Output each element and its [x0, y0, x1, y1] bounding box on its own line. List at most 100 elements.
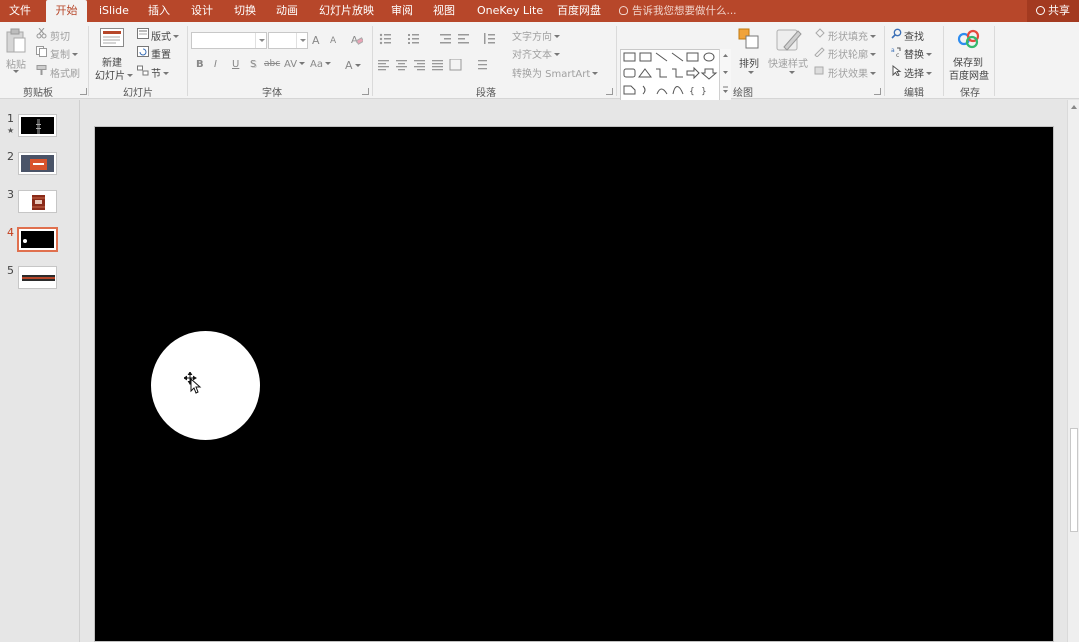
thumbnail-canvas [21, 117, 54, 134]
slide-thumbnail-5[interactable] [18, 266, 57, 289]
layout-label: 版式 [151, 32, 171, 43]
tell-me-search[interactable]: 告诉我您想要做什么... [619, 0, 737, 22]
shape-fill-button[interactable]: 形状填充 [828, 28, 876, 43]
strikethrough-button[interactable]: abc [264, 59, 280, 69]
circle-shape[interactable] [151, 331, 260, 440]
share-button[interactable]: 共享 [1027, 0, 1079, 22]
copy-button[interactable]: 复制 [50, 46, 78, 61]
slide-thumbnail-2[interactable] [18, 152, 57, 175]
layout-icon [137, 28, 149, 39]
shape-fill-label: 形状填充 [828, 32, 868, 43]
thumbnail-canvas [21, 155, 54, 172]
tab-baidu-netdisk[interactable]: 百度网盘 [557, 0, 601, 22]
format-painter-button[interactable]: 格式刷 [50, 65, 80, 80]
lightbulb-icon [619, 6, 628, 15]
slide-thumbnail-1[interactable] [18, 114, 57, 137]
underline-button[interactable]: U [232, 59, 239, 70]
paste-dropdown-icon[interactable] [13, 70, 19, 73]
thumbnail-number: 5 [7, 264, 14, 277]
paragraph-row1-icons [379, 33, 495, 45]
char-spacing-label: AV [284, 59, 298, 70]
font-color-button[interactable]: A [345, 59, 361, 72]
select-cursor-icon [892, 65, 902, 76]
paste-button[interactable]: 粘贴 [6, 56, 26, 71]
change-case-label: Aa [310, 59, 323, 70]
paragraph-align-icons [378, 59, 487, 71]
font-size-combo[interactable] [268, 32, 308, 49]
font-launcher-icon[interactable] [362, 88, 369, 95]
font-size-dropdown-icon[interactable] [296, 33, 307, 48]
change-case-button[interactable]: Aa [310, 59, 331, 70]
text-direction-button[interactable]: 文字方向 [512, 28, 560, 43]
scroll-up-arrow-icon[interactable] [1071, 105, 1077, 109]
select-label: 选择 [904, 69, 924, 80]
find-button[interactable]: 查找 [904, 28, 924, 43]
font-group-label: 字体 [262, 88, 282, 99]
scissors-icon [36, 28, 47, 39]
clear-format-icon: A [351, 35, 365, 46]
tab-transitions[interactable]: 切换 [234, 0, 256, 22]
ribbon-separator [372, 26, 373, 96]
thumbnail-content-icon [32, 195, 45, 210]
shapes-gallery-icons: {} [623, 52, 718, 97]
tab-islide[interactable]: iSlide [99, 0, 129, 22]
clipboard-launcher-icon[interactable] [80, 88, 87, 95]
font-name-combo[interactable] [191, 32, 267, 49]
bold-button[interactable]: B [196, 59, 204, 70]
slide-thumbnail-3[interactable] [18, 190, 57, 213]
tab-slideshow[interactable]: 幻灯片放映 [319, 0, 374, 22]
shrink-font-button[interactable]: A [330, 36, 336, 46]
tab-view[interactable]: 视图 [433, 0, 455, 22]
text-shadow-button[interactable]: S [250, 59, 256, 70]
paragraph-group-label: 段落 [476, 88, 496, 99]
arrange-dropdown-icon[interactable] [748, 71, 754, 74]
svg-text:}: } [701, 87, 707, 97]
shape-effects-icon [814, 66, 824, 75]
person-icon [1036, 6, 1045, 15]
slide-thumbnail-4[interactable] [17, 227, 58, 252]
paragraph-launcher-icon[interactable] [606, 88, 613, 95]
font-name-dropdown-icon[interactable] [255, 33, 266, 48]
char-spacing-button[interactable]: AV [284, 59, 306, 70]
grow-font-button[interactable]: A [312, 34, 320, 47]
reset-button[interactable]: 重置 [151, 46, 171, 61]
find-icon [891, 28, 902, 39]
quick-styles-icon [776, 29, 802, 51]
scrollbar-thumb[interactable] [1070, 428, 1078, 532]
align-text-button[interactable]: 对齐文本 [512, 46, 560, 61]
shape-effects-label: 形状效果 [828, 69, 868, 80]
drawing-group-label: 绘图 [733, 88, 753, 99]
replace-button[interactable]: 替换 [904, 46, 932, 61]
tab-file[interactable]: 文件 [9, 0, 31, 22]
shapes-gallery[interactable]: {} [620, 49, 730, 101]
tab-insert[interactable]: 插入 [148, 0, 170, 22]
new-slide-dropdown[interactable]: 幻灯片 [95, 67, 133, 82]
paste-icon [6, 28, 26, 53]
drawing-launcher-icon[interactable] [874, 88, 881, 95]
layout-button[interactable]: 版式 [151, 28, 179, 43]
shape-fill-icon [815, 28, 825, 38]
italic-button[interactable]: I [214, 59, 217, 70]
tab-animations[interactable]: 动画 [276, 0, 298, 22]
svg-text:a: a [891, 47, 895, 54]
cut-button[interactable]: 剪切 [50, 28, 70, 43]
quick-styles-dropdown-icon[interactable] [789, 71, 795, 74]
vertical-scrollbar[interactable] [1067, 100, 1079, 642]
quick-styles-button[interactable]: 快速样式 [768, 55, 808, 70]
animation-star-icon: ★ [7, 126, 15, 135]
tab-design[interactable]: 设计 [191, 0, 213, 22]
section-label: 节 [151, 69, 161, 80]
select-button[interactable]: 选择 [904, 65, 932, 80]
tab-home[interactable]: 开始 [46, 0, 87, 22]
copy-label: 复制 [50, 50, 70, 61]
convert-smartart-button[interactable]: 转换为 SmartArt [512, 65, 599, 80]
arrange-button[interactable]: 排列 [739, 55, 759, 70]
clear-format-button[interactable]: A [351, 34, 365, 48]
svg-text:c: c [896, 52, 899, 57]
tab-onekey-lite[interactable]: OneKey Lite [477, 0, 543, 22]
thumbnail-number: 2 [7, 150, 14, 163]
shape-effects-button[interactable]: 形状效果 [828, 65, 876, 80]
section-button[interactable]: 节 [151, 65, 169, 80]
tab-review[interactable]: 审阅 [391, 0, 413, 22]
shape-outline-button[interactable]: 形状轮廓 [828, 46, 876, 61]
